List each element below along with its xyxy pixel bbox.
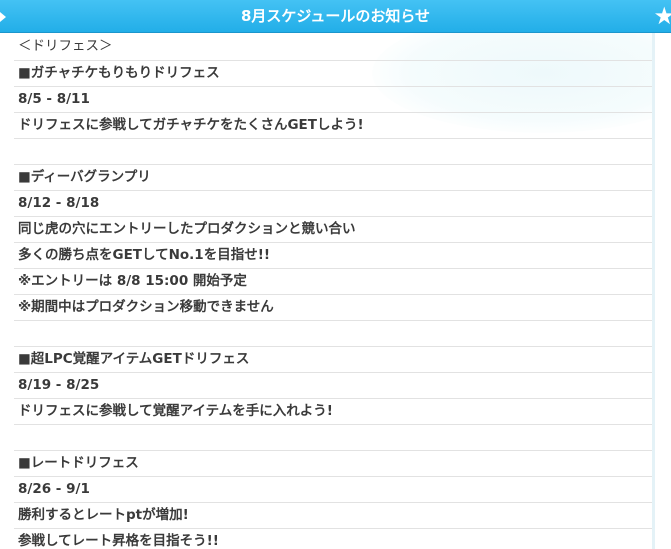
event-description: 勝利するとレートptが増加! <box>14 503 652 529</box>
scrollbar-thumb[interactable] <box>652 33 655 549</box>
event-dates-rate-drifes: 8/26 - 9/1 <box>14 477 652 503</box>
event-title-rate-drifes: ■レートドリフェス <box>14 451 652 477</box>
spacer-row <box>14 139 652 165</box>
event-title-diva-grandprix: ■ディーバグランプリ <box>14 165 652 191</box>
section-heading-drifes: ＜ドリフェス＞ <box>14 33 652 61</box>
schedule-list: ＜ドリフェス＞ ■ガチャチケもりもりドリフェス 8/5 - 8/11 ドリフェス… <box>14 33 652 549</box>
event-title-lpc-awakening: ■超LPC覚醒アイテムGETドリフェス <box>14 347 652 373</box>
spacer-row <box>14 321 652 347</box>
event-note: ※エントリーは 8/8 15:00 開始予定 <box>14 269 652 295</box>
event-description: ドリフェスに参戦して覚醒アイテムを手に入れよう! <box>14 399 652 425</box>
schedule-content: ＜ドリフェス＞ ■ガチャチケもりもりドリフェス 8/5 - 8/11 ドリフェス… <box>0 33 652 549</box>
event-description: ドリフェスに参戦してガチャチケをたくさんGETしよう! <box>14 113 652 139</box>
event-dates-diva-grandprix: 8/12 - 8/18 <box>14 191 652 217</box>
event-description: 多くの勝ち点をGETしてNo.1を目指せ!! <box>14 243 652 269</box>
page-title: 8月スケジュールのお知らせ <box>240 7 431 25</box>
star-icon: ★ <box>653 2 671 30</box>
event-description: 参戦してレート昇格を目指そう!! <box>14 529 652 549</box>
announcement-header: 8月スケジュールのお知らせ ★ <box>0 0 671 33</box>
event-dates-lpc-awakening: 8/19 - 8/25 <box>14 373 652 399</box>
event-note: ※期間中はプロダクション移動できません <box>14 295 652 321</box>
spacer-row <box>14 425 652 451</box>
event-dates-gachaticket: 8/5 - 8/11 <box>14 87 652 113</box>
event-description: 同じ虎の穴にエントリーしたプロダクションと競い合い <box>14 217 652 243</box>
event-title-gachaticket: ■ガチャチケもりもりドリフェス <box>14 61 652 87</box>
